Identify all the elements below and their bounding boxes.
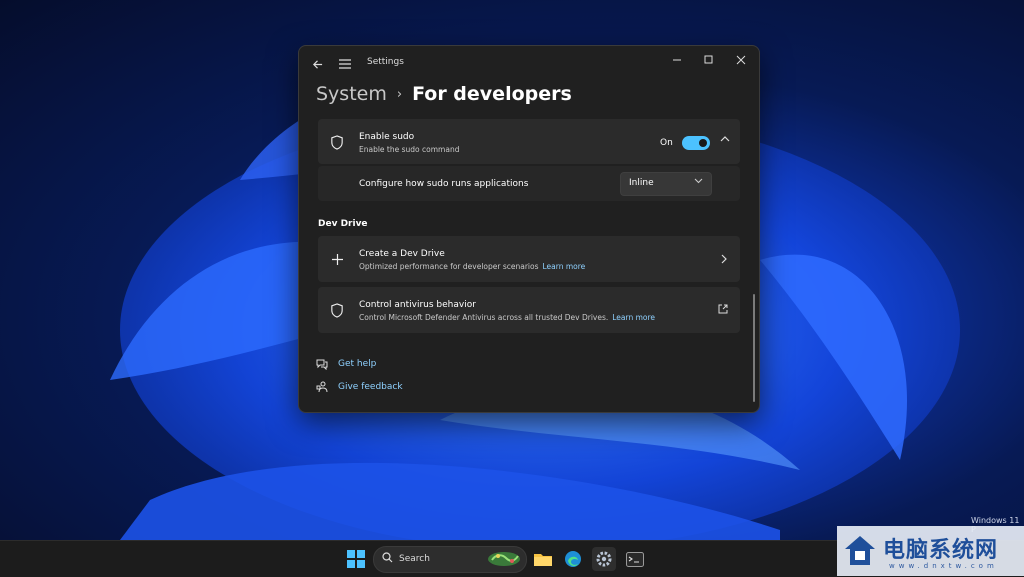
house-logo-icon xyxy=(845,536,875,565)
create-dev-drive-desc-text: Optimized performance for developer scen… xyxy=(359,262,539,271)
sudo-mode-dropdown[interactable]: Inline xyxy=(620,172,712,196)
give-feedback-link[interactable]: Give feedback xyxy=(316,381,403,393)
settings-gear-icon[interactable] xyxy=(592,547,616,571)
learn-more-link[interactable]: Learn more xyxy=(612,313,655,322)
antivirus-title: Control antivirus behavior xyxy=(359,300,476,310)
antivirus-description: Control Microsoft Defender Antivirus acr… xyxy=(359,313,655,322)
sudo-mode-value: Inline xyxy=(629,178,654,188)
search-icon xyxy=(382,552,393,566)
close-button[interactable] xyxy=(726,48,756,72)
dev-drive-heading: Dev Drive xyxy=(318,219,368,229)
create-dev-drive-card[interactable]: Create a Dev Drive Optimized performance… xyxy=(318,236,740,282)
terminal-icon[interactable] xyxy=(623,547,647,571)
back-arrow-icon[interactable] xyxy=(303,52,331,76)
sudo-toggle-state: On xyxy=(660,138,673,148)
help-chat-icon xyxy=(316,358,328,370)
give-feedback-label[interactable]: Give feedback xyxy=(338,382,403,392)
hamburger-menu-icon[interactable] xyxy=(331,52,359,76)
get-help-link[interactable]: Get help xyxy=(316,358,376,370)
taskbar-search[interactable]: Search xyxy=(373,546,527,573)
settings-window: Settings System › For developers Enable … xyxy=(298,45,760,413)
chevron-up-icon[interactable] xyxy=(720,135,730,146)
get-help-label[interactable]: Get help xyxy=(338,359,376,369)
sudo-title: Enable sudo xyxy=(359,132,415,142)
sudo-card[interactable]: Enable sudo Enable the sudo command On xyxy=(318,119,740,164)
site-logo-badge: 电脑系统网 www.dnxtw.com xyxy=(837,526,1024,576)
site-logo-url: www.dnxtw.com xyxy=(889,562,998,570)
breadcrumb-parent[interactable]: System xyxy=(316,83,387,105)
sudo-description: Enable the sudo command xyxy=(359,145,460,154)
feedback-icon xyxy=(316,381,328,393)
create-dev-drive-title: Create a Dev Drive xyxy=(359,249,445,259)
site-logo-text: 电脑系统网 xyxy=(883,538,999,563)
page-title: For developers xyxy=(412,83,572,105)
antivirus-card[interactable]: Control antivirus behavior Control Micro… xyxy=(318,287,740,333)
search-highlight-icon xyxy=(488,552,520,566)
start-windows-icon[interactable] xyxy=(344,547,368,571)
sudo-config-row: Configure how sudo runs applications Inl… xyxy=(318,166,740,201)
sudo-toggle[interactable] xyxy=(682,136,710,150)
shield-icon xyxy=(329,302,345,318)
scrollbar[interactable] xyxy=(753,294,755,402)
sudo-config-label: Configure how sudo runs applications xyxy=(359,179,529,189)
file-explorer-icon[interactable] xyxy=(531,547,555,571)
maximize-button[interactable] xyxy=(694,48,724,72)
plus-icon xyxy=(329,251,345,267)
shield-icon xyxy=(329,134,345,150)
edge-browser-icon[interactable] xyxy=(561,547,585,571)
app-title: Settings xyxy=(367,57,404,67)
chevron-right-icon xyxy=(720,254,728,267)
breadcrumb-separator-icon: › xyxy=(396,86,403,102)
title-bar: Settings xyxy=(299,46,759,78)
external-link-icon xyxy=(718,304,728,317)
breadcrumb: System › For developers xyxy=(316,79,572,109)
chevron-down-icon xyxy=(694,177,703,187)
antivirus-desc-text: Control Microsoft Defender Antivirus acr… xyxy=(359,313,609,322)
toggle-knob xyxy=(699,139,707,147)
create-dev-drive-description: Optimized performance for developer scen… xyxy=(359,262,585,271)
search-label: Search xyxy=(399,554,430,564)
minimize-button[interactable] xyxy=(662,48,692,72)
learn-more-link[interactable]: Learn more xyxy=(543,262,586,271)
